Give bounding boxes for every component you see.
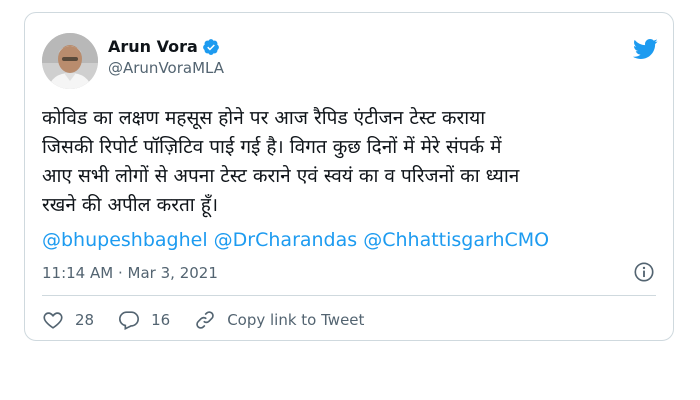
tweet-text-line: रखने की अपील करता हूँ।	[42, 194, 219, 216]
copy-link-label: Copy link to Tweet	[227, 311, 365, 329]
tweet-text-line: जिसकी रिपोर्ट पॉज़िटिव पाई गई है। विगत क…	[42, 136, 502, 158]
info-icon[interactable]	[633, 261, 655, 283]
tweet-date[interactable]: Mar 3, 2021	[128, 264, 218, 282]
author-display-name[interactable]: Arun Vora	[108, 37, 198, 56]
author-handle[interactable]: @ArunVoraMLA	[108, 59, 224, 77]
heart-icon	[43, 312, 63, 329]
tweet-mentions: @bhupeshbaghel @DrCharandas @Chhattisgar…	[42, 226, 549, 254]
tweet-text-line: आए सभी लोगों से अपना टेस्ट कराने एवं स्व…	[42, 165, 520, 187]
meta-separator: ·	[117, 264, 123, 282]
tweet-text: कोविड का लक्षण महसूस होने पर आज रैपिड एं…	[42, 104, 662, 220]
tweet-actions: 28 16 Copy link to Tweet	[42, 308, 388, 332]
avatar-portrait	[42, 33, 98, 89]
verified-badge-icon	[202, 38, 220, 56]
mention-link[interactable]: @DrCharandas	[214, 229, 358, 251]
tweet-timestamp[interactable]: 11:14 AM · Mar 3, 2021	[42, 263, 218, 283]
twitter-bird-icon[interactable]	[629, 36, 661, 62]
like-button[interactable]: 28	[42, 309, 94, 331]
tweet-header: Arun Vora @ArunVoraMLA	[42, 33, 662, 89]
tweet-time[interactable]: 11:14 AM	[42, 264, 113, 282]
like-count: 28	[75, 311, 95, 329]
avatar[interactable]	[42, 33, 98, 89]
mention-link[interactable]: @bhupeshbaghel	[42, 229, 208, 251]
divider	[42, 295, 656, 296]
link-icon	[196, 311, 214, 329]
mention-link[interactable]: @ChhattisgarhCMO	[363, 229, 549, 251]
reply-count: 16	[151, 311, 171, 329]
reply-button[interactable]: 16	[118, 309, 170, 331]
tweet-card[interactable]: Arun Vora @ArunVoraMLA कोविड का लक्षण मह…	[24, 12, 674, 341]
tweet-text-line: कोविड का लक्षण महसूस होने पर आज रैपिड एं…	[42, 107, 486, 129]
copy-link-button[interactable]: Copy link to Tweet	[194, 309, 364, 331]
reply-icon	[119, 311, 140, 331]
